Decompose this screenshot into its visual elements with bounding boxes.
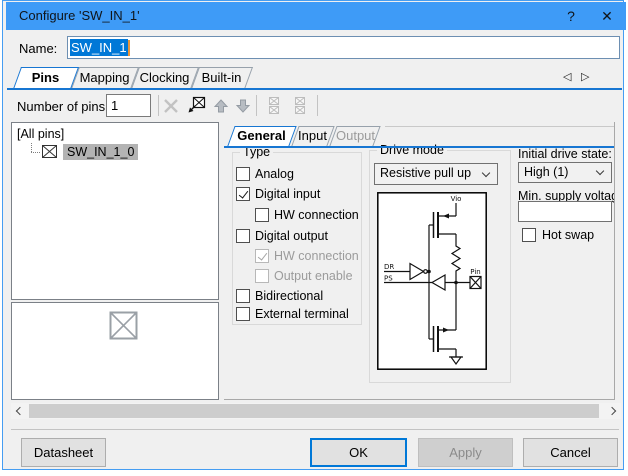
apply-button: Apply [418,438,513,467]
text-caret [128,40,130,56]
scroll-right-arrow-icon[interactable] [608,407,616,415]
drive-mode-diagram: Vio DR PS Pin [377,192,487,370]
initial-drive-state-label: Initial drive state: [518,147,612,161]
checkbox-digital-output[interactable] [236,229,250,243]
tab-scroll-left-icon[interactable]: ◁ [563,70,571,83]
min-supply-voltage-input[interactable] [518,201,612,222]
ok-button[interactable]: OK [310,438,407,467]
content-bottom-edge [224,399,615,400]
checkbox-external-terminal[interactable] [236,307,250,321]
checkbox-input-hw-connection-label: HW connection [274,208,359,223]
configure-dialog: Configure 'SW_IN_1' ? ✕ Name: SW_IN_1 Pi… [0,0,628,476]
pair-pins-icon [265,96,283,115]
checkbox-external-terminal-label: External terminal [255,307,349,322]
pin-preview-icon [109,311,138,340]
checkbox-digital-input-label: Digital input [255,187,320,202]
name-label: Name: [19,41,57,57]
checkbox-bidirectional[interactable] [236,289,250,303]
dialog-frame: Configure 'SW_IN_1' ? ✕ Name: SW_IN_1 Pi… [2,0,624,470]
tree-branch-line [31,143,32,152]
checkbox-output-hw-connection [255,249,269,263]
number-of-pins-label: Number of pins: [17,99,109,115]
hot-swap-checkbox[interactable] [522,228,536,242]
move-up-icon [213,98,229,114]
checkbox-output-enable [255,269,269,283]
checkbox-digital-output-label: Digital output [255,229,328,244]
scrollbar-thumb[interactable] [29,404,599,418]
tab-mapping[interactable]: Mapping [71,67,131,89]
checkbox-input-hw-connection[interactable] [255,208,269,222]
checkbox-analog[interactable] [236,167,250,181]
diagram-pin-label: Pin [470,268,480,276]
move-down-icon [235,98,251,114]
unpair-pins-icon [291,96,309,115]
hot-swap-label: Hot swap [542,228,594,243]
checkbox-digital-input[interactable] [236,187,250,201]
help-button[interactable]: ? [560,2,582,30]
tab-strip-underline [7,88,622,90]
pin-preview-panel [11,302,219,400]
number-of-pins-input[interactable] [106,94,151,117]
checkbox-output-enable-label: Output enable [274,269,353,284]
tab-output: Output [329,126,373,147]
toolbar-separator [256,95,257,116]
diagram-dr-label: DR [384,263,394,271]
tab-clocking[interactable]: Clocking [131,67,191,89]
inner-tab-underline [224,146,614,148]
tab-input[interactable]: Input [291,126,327,147]
diagram-ps-label: PS [384,275,393,283]
title-bar[interactable]: Configure 'SW_IN_1' ? ✕ [6,2,626,30]
tab-pins[interactable]: Pins [13,67,71,89]
scroll-left-arrow-icon[interactable] [16,407,24,415]
checkbox-bidirectional-label: Bidirectional [255,289,323,304]
name-input[interactable]: SW_IN_1 [67,36,620,59]
checkbox-analog-label: Analog [255,167,294,182]
add-pin-button[interactable] [187,96,206,115]
name-selected-text: SW_IN_1 [70,39,128,56]
toolbar-separator [158,95,159,116]
tree-root-label[interactable]: [All pins] [17,127,64,141]
footer-separator [11,429,619,430]
content-right-edge [614,122,615,400]
tab-scroll-right-icon[interactable]: ▷ [581,70,589,83]
delete-pin-icon [163,99,179,113]
datasheet-button[interactable]: Datasheet [21,438,106,467]
initial-drive-state-select[interactable]: High (1) [518,162,612,183]
tab-general[interactable]: General [227,126,289,147]
drive-state-panel: Initial drive state: High (1) Min. suppl… [517,115,615,401]
horizontal-scrollbar[interactable] [11,403,621,419]
pin-tree-panel[interactable]: [All pins] SW_IN_1_0 [11,122,219,300]
window-title: Configure 'SW_IN_1' [19,2,140,30]
close-button[interactable]: ✕ [596,2,618,30]
tree-branch-line [31,152,40,153]
tab-built-in[interactable]: Built-in [191,67,245,89]
diagram-vio-label: Vio [451,195,462,203]
pin-icon [42,145,57,158]
checkbox-output-hw-connection-label: HW connection [274,249,359,264]
toolbar-separator [317,95,318,116]
tree-item-selected[interactable]: SW_IN_1_0 [63,144,138,160]
cancel-button[interactable]: Cancel [523,438,618,467]
drive-mode-select[interactable]: Resistive pull up [374,163,498,185]
